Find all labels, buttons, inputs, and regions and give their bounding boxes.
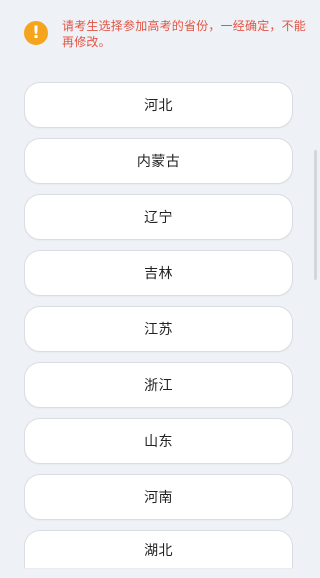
province-button-jilin[interactable]: 吉林 [24, 250, 293, 296]
notice-text: 请考生选择参加高考的省份，一经确定，不能再修改。 [62, 19, 307, 49]
province-button-jiangsu[interactable]: 江苏 [24, 306, 293, 352]
province-button-zhejiang[interactable]: 浙江 [24, 362, 293, 408]
province-button-hebei[interactable]: 河北 [24, 82, 293, 128]
province-list: 河北 内蒙古 辽宁 吉林 江苏 浙江 山东 河南 湖北 [24, 82, 293, 578]
exclamation-icon: ! [24, 21, 48, 45]
province-button-henan[interactable]: 河南 [24, 474, 293, 520]
vertical-scrollbar[interactable] [314, 150, 317, 280]
province-button-shandong[interactable]: 山东 [24, 418, 293, 464]
province-button-liaoning[interactable]: 辽宁 [24, 194, 293, 240]
province-button-inner-mongolia[interactable]: 内蒙古 [24, 138, 293, 184]
selection-notice: ! 请考生选择参加高考的省份，一经确定，不能再修改。 [0, 0, 320, 70]
province-button-hubei[interactable]: 湖北 [24, 530, 293, 568]
